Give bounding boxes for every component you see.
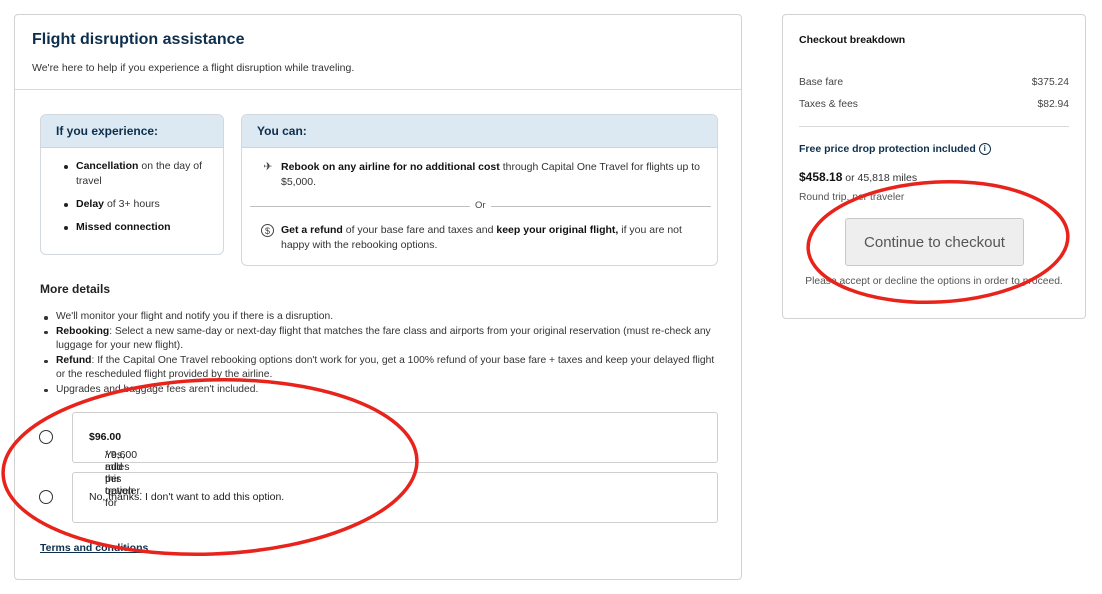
airplane-icon: ✈ [263, 161, 273, 173]
dollar-circle-icon: $ [261, 224, 274, 237]
list-item: Refund: If the Capital One Travel rebook… [40, 354, 720, 383]
rebook-bold: Rebook on any airline for no additional … [281, 161, 500, 173]
choice-yes[interactable]: Yes, add this option for $96.00 / 9,600 … [72, 412, 718, 509]
detail-refund-bold: Refund [56, 354, 92, 366]
item-bold: Cancellation [76, 160, 139, 172]
keep-flight-bold: keep your original flight, [496, 224, 619, 236]
you-can-heading: You can: [257, 124, 307, 138]
checkout-panel: Checkout breakdown Base fare $375.24 Tax… [782, 14, 1086, 319]
experience-header: If you experience: [41, 115, 223, 148]
detail-rebooking-bold: Rebooking [56, 325, 110, 337]
detail-refund: : If the Capital One Travel rebooking op… [56, 354, 715, 381]
choice-no[interactable]: No, thanks. I don't want to add this opt… [72, 472, 718, 523]
experience-heading: If you experience: [56, 124, 159, 138]
list-item: Delay of 3+ hours [61, 197, 221, 212]
info-icon[interactable]: i [978, 143, 991, 156]
taxes-row: Taxes & fees $82.94 [799, 99, 1069, 110]
accept-note: Please accept or decline the options in … [805, 276, 1063, 287]
checkout-title: Checkout breakdown [799, 34, 906, 46]
continue-to-checkout-button[interactable]: Continue to checkout [845, 218, 1024, 266]
disruption-panel: Flight disruption assistance We're here … [14, 14, 742, 580]
base-fare-value: $375.24 [1031, 77, 1069, 88]
detail-monitor: We'll monitor your flight and notify you… [56, 311, 334, 322]
more-details-list: We'll monitor your flight and notify you… [40, 310, 720, 398]
list-item: Cancellation on the day of travel [61, 159, 221, 189]
taxes-value: $82.94 [1037, 99, 1070, 110]
choice-no-label[interactable]: No, thanks. I don't want to add this opt… [89, 491, 284, 503]
taxes-label: Taxes & fees [799, 99, 858, 110]
or-label: Or [470, 200, 491, 211]
experience-list: Cancellation on the day of travel Delay … [61, 159, 221, 243]
you-can-box: You can: ✈ Rebook on any airline for no … [241, 114, 718, 266]
total-line: $458.18 or 45,818 miles [799, 170, 917, 184]
list-item: Rebooking: Select a new same-day or next… [40, 325, 720, 354]
base-fare-label: Base fare [799, 77, 844, 88]
round-trip-note: Round trip, per traveler [799, 192, 905, 203]
item-text: of 3+ hours [104, 198, 160, 210]
radio-yes[interactable] [39, 430, 53, 444]
free-protection-text: Free price drop protection included [799, 143, 976, 155]
refund-text: Get a refund of your base fare and taxes… [281, 223, 701, 253]
item-bold: Missed connection [76, 221, 171, 233]
base-fare-row: Base fare $375.24 [799, 77, 1069, 88]
terms-link[interactable]: Terms and conditions [40, 542, 148, 554]
page-subtitle: We're here to help if you experience a f… [32, 62, 355, 74]
choice-yes-label[interactable]: Yes, add this option for $96.00 / 9,600 … [89, 431, 142, 509]
more-details-title: More details [40, 282, 111, 296]
panel-header: Flight disruption assistance We're here … [15, 15, 741, 90]
refund-mid: of your base fare and taxes and [342, 224, 497, 236]
list-item: Upgrades and baggage fees aren't include… [40, 383, 720, 398]
item-bold: Delay [76, 198, 105, 210]
refund-bold: Get a refund [281, 224, 343, 236]
radio-no[interactable] [39, 490, 53, 504]
experience-box: If you experience: Cancellation on the d… [40, 114, 224, 255]
detail-upgrades: Upgrades and baggage fees aren't include… [56, 383, 259, 395]
list-item: We'll monitor your flight and notify you… [40, 310, 720, 325]
free-protection: Free price drop protection included i [799, 143, 991, 156]
you-can-header: You can: [242, 115, 717, 148]
total-miles: or 45,818 miles [842, 172, 918, 184]
total-price: $458.18 [799, 170, 843, 184]
rebook-text: Rebook on any airline for no additional … [281, 160, 701, 190]
divider [799, 126, 1069, 127]
detail-rebooking: : Select a new same-day or next-day flig… [56, 325, 711, 352]
list-item: Missed connection [61, 220, 221, 235]
yes-price: $96.00 [89, 431, 122, 443]
page-title: Flight disruption assistance [32, 31, 245, 48]
